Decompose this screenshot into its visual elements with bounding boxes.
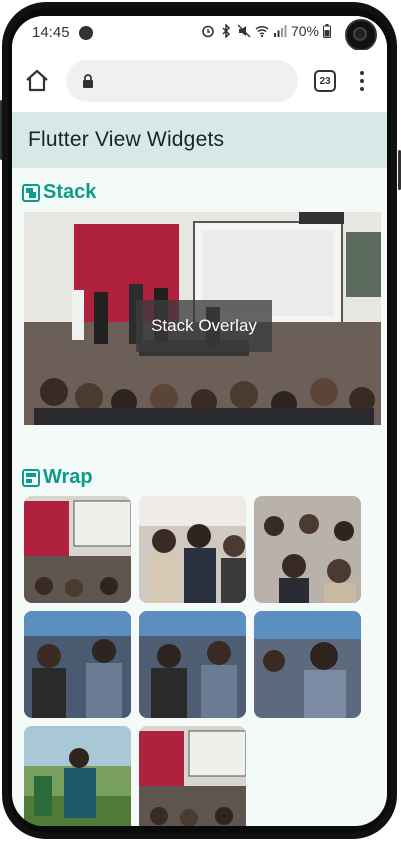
screen: 14:45 70% 23 Flutter View Widgets Stack … <box>12 16 387 826</box>
phone-frame: 14:45 70% 23 Flutter View Widgets Stack … <box>0 0 401 843</box>
battery-percent: 70% <box>290 23 319 39</box>
tab-switcher-button[interactable]: 23 <box>314 70 336 92</box>
status-bar: 14:45 70% <box>12 16 387 51</box>
wrap-image <box>24 611 131 718</box>
phone-bezel: 14:45 70% 23 Flutter View Widgets Stack … <box>2 2 397 839</box>
status-icons: 70% <box>201 23 331 39</box>
wrap-image <box>254 611 361 718</box>
wrap-section-title: Wrap <box>43 466 93 488</box>
audience-photo <box>24 611 131 718</box>
stack-section-title: Stack <box>43 181 97 203</box>
event-photo <box>24 496 131 603</box>
url-bar[interactable] <box>66 60 298 102</box>
audience-photo <box>254 611 361 718</box>
wrap-image <box>139 611 246 718</box>
lock-icon <box>83 74 93 88</box>
home-icon[interactable] <box>24 68 50 94</box>
wrap-section-header: Wrap <box>22 466 93 489</box>
browser-toolbar: 23 <box>12 50 387 112</box>
alarm-icon <box>202 25 214 38</box>
phone-bezel-inner: 14:45 70% 23 Flutter View Widgets Stack … <box>8 8 391 833</box>
signal-icon <box>273 25 287 37</box>
overflow-menu-icon[interactable] <box>358 68 366 94</box>
wifi-icon <box>255 25 269 38</box>
wrap-image <box>139 726 246 826</box>
stack-section-icon <box>22 183 40 202</box>
wrap-image <box>254 496 361 603</box>
audience-photo <box>254 496 361 603</box>
audience-photo <box>139 611 246 718</box>
status-time: 14:45 <box>32 24 70 41</box>
mute-icon <box>237 24 251 38</box>
wrap-image <box>24 726 131 826</box>
battery-icon <box>323 24 331 38</box>
event-photo <box>139 726 246 826</box>
wrap-section-icon <box>22 468 40 487</box>
stack-widget: Stack Overlay <box>24 212 381 425</box>
front-camera <box>345 19 377 51</box>
outdoor-speaker-photo <box>24 726 131 826</box>
wrap-image <box>139 496 246 603</box>
audience-photo <box>139 496 246 603</box>
app-bar: Flutter View Widgets <box>12 112 387 168</box>
stack-section-header: Stack <box>22 181 96 204</box>
bluetooth-icon <box>222 24 231 38</box>
page-title: Flutter View Widgets <box>28 128 225 151</box>
wrap-image <box>24 496 131 603</box>
stack-overlay: Stack Overlay <box>136 300 272 352</box>
spotify-icon <box>79 26 93 40</box>
